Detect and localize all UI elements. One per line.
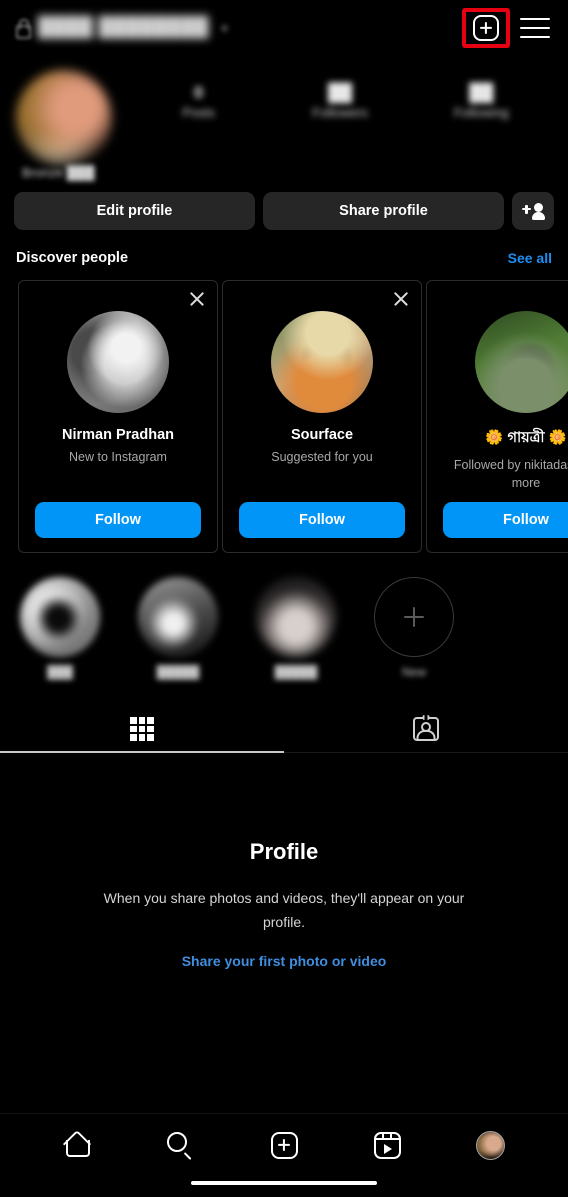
plus-square-icon[interactable] (473, 15, 499, 41)
story-highlight-item[interactable]: ███ (18, 577, 102, 679)
bottom-navigation-bar (0, 1113, 568, 1197)
empty-state: Profile When you share photos and videos… (0, 753, 568, 971)
nav-profile[interactable] (439, 1130, 542, 1160)
discover-card-subtitle: Followed by nikitadas23 + more (453, 458, 568, 491)
lock-icon (14, 19, 31, 39)
nav-home[interactable] (26, 1132, 129, 1158)
empty-state-title: Profile (249, 839, 319, 864)
reels-icon (373, 1131, 401, 1159)
chevron-down-icon: ▾ (221, 22, 228, 35)
profile-username: ████ ████████ (38, 17, 209, 38)
follow-button[interactable]: Follow (35, 502, 201, 538)
stat-followers-label: Followers (312, 105, 368, 121)
header-username-group[interactable]: ████ ████████ ▾ (14, 17, 462, 39)
discover-card-subtitle: Suggested for you (271, 450, 373, 464)
profile-summary: Bronze ███ 0 Posts ██ Followers ██ Follo… (0, 56, 568, 180)
discover-people-title: Discover people (16, 250, 129, 266)
discover-card-name: 🌼 গায়ত্রী 🌼 (485, 430, 567, 446)
create-plus-icon (270, 1131, 298, 1159)
edit-profile-button[interactable]: Edit profile (14, 192, 255, 230)
story-highlight-cover[interactable] (138, 577, 218, 657)
story-highlight-label: █████ (274, 665, 318, 679)
avatar-badge: Bronze ███ (22, 165, 95, 180)
plus-icon[interactable] (374, 577, 454, 657)
discover-card-subtitle: New to Instagram (69, 450, 167, 464)
tab-grid[interactable] (0, 705, 284, 753)
bottom-nav-items (0, 1114, 568, 1176)
nav-create[interactable] (232, 1131, 335, 1159)
discover-card[interactable]: Nirman Pradhan New to Instagram Follow (18, 280, 218, 553)
profile-stats: 0 Posts ██ Followers ██ Following (128, 70, 552, 120)
follow-button[interactable]: Follow (239, 502, 405, 538)
close-icon[interactable] (391, 289, 411, 309)
story-highlight-new[interactable]: New (372, 577, 456, 679)
tagged-photos-icon (413, 715, 439, 741)
stat-following[interactable]: ██ Following (411, 82, 552, 120)
avatar[interactable] (475, 311, 568, 413)
discover-card-name: Nirman Pradhan (62, 427, 174, 443)
avatar[interactable] (16, 70, 112, 166)
story-highlight-cover[interactable] (256, 577, 336, 657)
see-all-link[interactable]: See all (508, 250, 552, 266)
stat-posts-label: Posts (182, 105, 215, 121)
stat-posts[interactable]: 0 Posts (128, 82, 269, 120)
story-highlights: ███ █████ █████ New (0, 553, 568, 679)
create-button-highlight (462, 8, 510, 48)
stat-followers[interactable]: ██ Followers (269, 82, 410, 120)
tab-tagged[interactable] (284, 705, 568, 753)
discover-people-carousel[interactable]: Nirman Pradhan New to Instagram Follow S… (0, 266, 568, 553)
nav-search[interactable] (129, 1131, 232, 1159)
story-highlight-label: ███ (47, 665, 73, 679)
discover-card[interactable]: 🌼 গায়ত্রী 🌼 Followed by nikitadas23 + m… (426, 280, 568, 553)
avatar[interactable] (67, 311, 169, 413)
story-highlight-item[interactable]: █████ (254, 577, 338, 679)
avatar-container[interactable]: Bronze ███ (16, 70, 128, 180)
story-highlight-new-label: New (401, 665, 426, 679)
app-header: ████ ████████ ▾ (0, 0, 568, 56)
instagram-profile-screen: ████ ████████ ▾ Bronze ███ 0 Posts ██ Fo… (0, 0, 568, 1197)
discover-people-header: Discover people See all (0, 230, 568, 266)
stat-following-value: ██ (469, 83, 494, 102)
hamburger-menu-icon[interactable] (520, 17, 550, 39)
header-actions (462, 8, 554, 48)
search-icon (167, 1131, 194, 1159)
share-profile-button[interactable]: Share profile (263, 192, 504, 230)
profile-tabs (0, 705, 568, 753)
stat-following-label: Following (453, 105, 509, 121)
nav-reels[interactable] (336, 1131, 439, 1159)
profile-avatar-icon (475, 1130, 505, 1160)
add-person-button[interactable] (512, 192, 554, 230)
stat-followers-value: ██ (327, 83, 353, 102)
story-highlight-item[interactable]: █████ (136, 577, 220, 679)
add-person-icon (521, 202, 545, 220)
stat-posts-value: 0 (193, 83, 204, 102)
story-highlight-cover[interactable] (20, 577, 100, 657)
grid-icon (130, 717, 154, 741)
empty-state-description: When you share photos and videos, they'l… (103, 890, 465, 930)
close-icon[interactable] (187, 289, 207, 309)
story-highlight-label: █████ (156, 665, 200, 679)
discover-card-name: Sourface (290, 427, 354, 443)
share-first-photo-link[interactable]: Share your first photo or video (182, 953, 387, 969)
active-tab-indicator (0, 751, 284, 753)
home-icon (64, 1132, 92, 1158)
avatar[interactable] (271, 311, 373, 413)
gesture-bar (191, 1181, 377, 1185)
discover-card[interactable]: Sourface Suggested for you Follow (222, 280, 422, 553)
follow-button[interactable]: Follow (443, 502, 568, 538)
